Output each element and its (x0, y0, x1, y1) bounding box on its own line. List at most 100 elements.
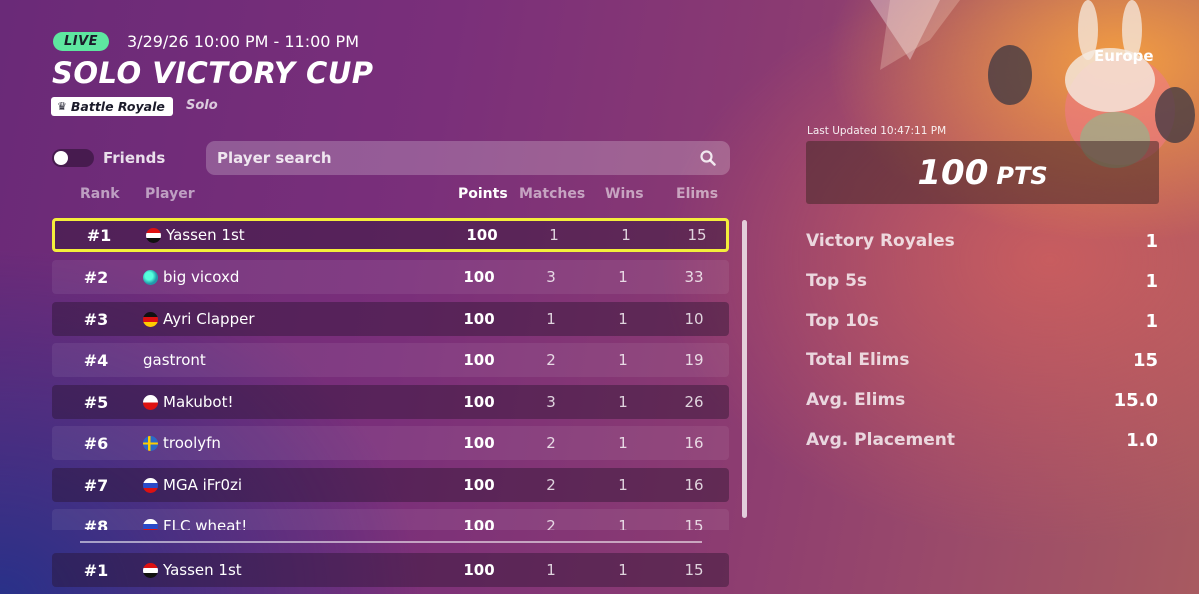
row-matches: 2 (546, 351, 556, 369)
player-name: gastront (143, 351, 206, 369)
stat-value-top-10s: 1 (1145, 311, 1158, 332)
row-matches: 1 (546, 561, 556, 579)
row-points: 100 (463, 434, 495, 452)
row-wins: 1 (618, 351, 628, 369)
row-player: big vicoxd (143, 260, 443, 294)
row-rank: #7 (83, 475, 109, 495)
row-elims: 33 (684, 268, 704, 286)
sweden-flag-icon (143, 435, 158, 451)
stat-value-total-elims: 15 (1132, 350, 1158, 371)
row-elims: 16 (684, 434, 704, 452)
row-rank: #8 (83, 516, 109, 531)
germany-flag-icon (143, 311, 158, 327)
divider (80, 541, 702, 543)
row-elims: 15 (684, 561, 704, 579)
table-row[interactable]: #5 Makubot! 100 3 1 26 (52, 385, 729, 419)
row-elims: 15 (687, 226, 707, 244)
row-rank: #2 (83, 267, 109, 287)
row-player: gastront (143, 343, 443, 377)
row-player: FLC wheat! (143, 509, 443, 530)
row-wins: 1 (618, 517, 628, 530)
row-matches: 3 (546, 268, 556, 286)
table-row[interactable]: #8 FLC wheat! 100 2 1 15 (52, 509, 729, 530)
row-points: 100 (463, 393, 495, 411)
row-points: 100 (463, 476, 495, 494)
table-row[interactable]: #1 Yassen 1st 100 1 1 15 (52, 218, 729, 252)
table-row[interactable]: #7 MGA iFr0zi 100 2 1 16 (52, 468, 729, 502)
row-rank: #1 (83, 560, 109, 580)
row-elims: 10 (684, 310, 704, 328)
stat-label-total-elims: Total Elims (806, 350, 910, 370)
row-elims: 19 (684, 351, 704, 369)
scrollbar[interactable] (742, 220, 747, 518)
row-player: Ayri Clapper (143, 302, 443, 336)
player-name: Ayri Clapper (163, 310, 255, 328)
stat-value-avg-placement: 1.0 (1126, 430, 1158, 451)
player-name: FLC wheat! (163, 517, 248, 530)
egypt-flag-icon (143, 562, 158, 578)
row-player: Yassen 1st (146, 221, 446, 249)
player-name: Yassen 1st (166, 226, 245, 244)
table-row[interactable]: #6 troolyfn 100 2 1 16 (52, 426, 729, 460)
globe-icon (143, 269, 158, 285)
last-updated: Last Updated 10:47:11 PM (807, 125, 947, 137)
row-wins: 1 (618, 476, 628, 494)
stat-value-avg-elims: 15.0 (1113, 390, 1158, 411)
table-row[interactable]: #2 big vicoxd 100 3 1 33 (52, 260, 729, 294)
row-player: Makubot! (143, 385, 443, 419)
row-points: 100 (466, 226, 498, 244)
stat-label-victory-royales: Victory Royales (806, 231, 955, 251)
region-label: Europe (1094, 47, 1154, 65)
player-name: Yassen 1st (163, 561, 242, 579)
stat-label-top-5s: Top 5s (806, 271, 868, 291)
scrollbar-thumb[interactable] (742, 220, 747, 518)
row-elims: 26 (684, 393, 704, 411)
row-elims: 15 (684, 517, 704, 530)
player-name: MGA iFr0zi (163, 476, 243, 494)
row-player: Yassen 1st (143, 553, 443, 587)
stat-value-victory-royales: 1 (1145, 231, 1158, 252)
row-wins: 1 (618, 268, 628, 286)
row-wins: 1 (618, 434, 628, 452)
row-points: 100 (463, 310, 495, 328)
points-value: 100 (917, 152, 989, 193)
row-wins: 1 (621, 226, 631, 244)
table-row[interactable]: #4 gastront 100 2 1 19 (52, 343, 729, 377)
player-name: troolyfn (163, 434, 221, 452)
row-points: 100 (463, 268, 495, 286)
row-points: 100 (463, 561, 495, 579)
player-name: Makubot! (163, 393, 234, 411)
row-rank: #6 (83, 433, 109, 453)
row-matches: 2 (546, 434, 556, 452)
player-name: big vicoxd (163, 268, 240, 286)
points-total: 100 PTS (806, 141, 1159, 204)
row-player: troolyfn (143, 426, 443, 460)
row-points: 100 (463, 351, 495, 369)
stat-label-avg-elims: Avg. Elims (806, 390, 906, 410)
my-rank-row[interactable]: #1 Yassen 1st 100 1 1 15 (52, 553, 729, 587)
row-matches: 2 (546, 476, 556, 494)
row-wins: 1 (618, 310, 628, 328)
row-rank: #5 (83, 392, 109, 412)
poland-flag-icon (143, 394, 158, 410)
russia-flag-icon (143, 518, 158, 530)
stat-label-avg-placement: Avg. Placement (806, 430, 956, 450)
leaderboard-list: #1 Yassen 1st 100 1 1 15 #2 big vicoxd 1… (0, 0, 760, 530)
row-matches: 3 (546, 393, 556, 411)
row-wins: 1 (618, 561, 628, 579)
stat-label-top-10s: Top 10s (806, 311, 879, 331)
points-unit: PTS (996, 161, 1048, 190)
russia-flag-icon (143, 477, 158, 493)
row-points: 100 (463, 517, 495, 530)
row-elims: 16 (684, 476, 704, 494)
egypt-flag-icon (146, 227, 161, 243)
row-wins: 1 (618, 393, 628, 411)
row-matches: 2 (546, 517, 556, 530)
row-rank: #4 (83, 350, 109, 370)
stat-value-top-5s: 1 (1145, 271, 1158, 292)
row-rank: #1 (86, 225, 112, 245)
row-matches: 1 (546, 310, 556, 328)
row-rank: #3 (83, 309, 109, 329)
row-matches: 1 (549, 226, 559, 244)
table-row[interactable]: #3 Ayri Clapper 100 1 1 10 (52, 302, 729, 336)
